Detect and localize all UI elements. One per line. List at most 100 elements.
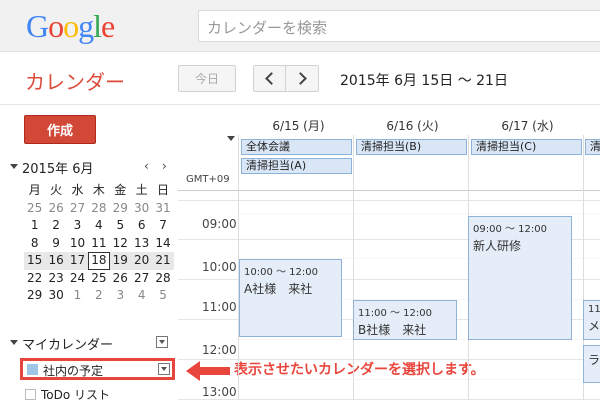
mini-day[interactable]: 13 bbox=[131, 235, 152, 253]
mini-day[interactable]: 30 bbox=[131, 200, 152, 218]
mini-calendar-header: 2015年 6月 ‹ › bbox=[8, 158, 173, 177]
mini-day[interactable]: 5 bbox=[152, 287, 173, 305]
mini-day[interactable]: 22 bbox=[24, 270, 45, 288]
mini-weekday: 火 bbox=[50, 183, 63, 197]
event-title: 新人研修 bbox=[473, 239, 522, 253]
time-label: 11:00 bbox=[202, 300, 237, 314]
mini-day[interactable]: 16 bbox=[45, 252, 66, 270]
mini-day[interactable]: 29 bbox=[24, 287, 45, 305]
calendar-item-internal[interactable]: 社内の予定 bbox=[20, 358, 175, 380]
top-bar: Google カレンダーを検索 bbox=[0, 0, 600, 52]
mini-day[interactable]: 17 bbox=[67, 252, 88, 270]
dropdown-icon[interactable] bbox=[158, 363, 170, 375]
collapse-triangle-icon[interactable] bbox=[227, 136, 235, 141]
calendar-item-label[interactable]: ToDo リスト bbox=[41, 386, 110, 403]
mini-day[interactable]: 28 bbox=[152, 270, 173, 288]
prev-week-button[interactable] bbox=[253, 65, 286, 92]
mini-weekday: 水 bbox=[71, 183, 84, 197]
mini-weekday-row: 月火水木金土日 bbox=[24, 182, 174, 200]
mini-day[interactable]: 2 bbox=[45, 217, 66, 235]
allday-event[interactable]: 清 bbox=[585, 139, 600, 155]
mini-week-row: 15 16 17 18 19 20 21 bbox=[24, 252, 174, 270]
mini-day[interactable]: 9 bbox=[45, 235, 66, 253]
chevron-right-icon bbox=[293, 72, 307, 85]
dropdown-icon[interactable] bbox=[156, 336, 168, 348]
event-card[interactable]: 09:00 ～ 12:00 新人研修 bbox=[468, 216, 572, 340]
mini-weekday: 金 bbox=[114, 183, 127, 197]
day-header-mon[interactable]: 6/15 (月) bbox=[241, 117, 356, 134]
event-card[interactable]: 10:00 ～ 12:00 A社様 来社 bbox=[239, 259, 342, 337]
mini-day[interactable]: 20 bbox=[131, 252, 152, 270]
search-input[interactable]: カレンダーを検索 bbox=[198, 10, 600, 42]
mini-day[interactable]: 6 bbox=[131, 217, 152, 235]
mini-day[interactable]: 3 bbox=[110, 287, 131, 305]
mini-day[interactable]: 28 bbox=[88, 200, 109, 218]
mini-day[interactable]: 27 bbox=[131, 270, 152, 288]
mini-day[interactable]: 19 bbox=[110, 252, 131, 270]
mini-day[interactable]: 26 bbox=[110, 270, 131, 288]
mini-week-row: 1234567 bbox=[24, 217, 174, 235]
allday-event[interactable]: 清掃担当(C) bbox=[471, 139, 582, 155]
day-header-tue[interactable]: 6/16 (火) bbox=[355, 117, 470, 134]
grid-line bbox=[178, 200, 600, 201]
mini-day[interactable]: 21 bbox=[152, 252, 173, 270]
collapse-triangle-icon[interactable] bbox=[10, 164, 18, 169]
mini-day[interactable]: 7 bbox=[152, 217, 173, 235]
calendar-color-swatch[interactable] bbox=[25, 389, 36, 400]
mini-day[interactable]: 30 bbox=[45, 287, 66, 305]
week-grid: 6/15 (月) 6/16 (火) 6/17 (水) GMT+09 全体会議 清… bbox=[178, 105, 600, 400]
mini-day[interactable]: 4 bbox=[88, 217, 109, 235]
allday-event[interactable]: 全体会議 bbox=[241, 139, 352, 155]
next-week-button[interactable] bbox=[286, 65, 319, 92]
mini-day[interactable]: 11 bbox=[88, 235, 109, 253]
mini-day[interactable]: 12 bbox=[110, 235, 131, 253]
app-title: カレンダー bbox=[25, 70, 125, 94]
mini-calendar-grid: 月火水木金土日 25 26 27 28 29 30 31 1 2 3 4 5 6 7 8 9 10 11 12 13 14… bbox=[24, 182, 174, 305]
today-button[interactable]: 今日 bbox=[178, 65, 236, 92]
google-logo[interactable]: Google bbox=[26, 10, 115, 42]
mini-day[interactable]: 26 bbox=[45, 200, 66, 218]
day-header-wed[interactable]: 6/17 (水) bbox=[470, 117, 585, 134]
my-calendars-title: マイカレンダー bbox=[22, 338, 114, 353]
calendar-color-swatch[interactable] bbox=[27, 364, 38, 375]
mini-day[interactable]: 27 bbox=[67, 200, 88, 218]
mini-day[interactable]: 8 bbox=[24, 235, 45, 253]
time-label: 12:00 bbox=[202, 343, 237, 357]
mini-day[interactable]: 25 bbox=[88, 270, 109, 288]
event-card[interactable]: 11 メ bbox=[583, 300, 600, 340]
event-title: ラ bbox=[588, 353, 600, 367]
calendar-item-label[interactable]: 社内の予定 bbox=[43, 362, 103, 379]
mini-day[interactable]: 15 bbox=[24, 252, 45, 270]
event-card[interactable]: ラ bbox=[583, 345, 600, 383]
allday-event[interactable]: 清掃担当(B) bbox=[356, 139, 467, 155]
mini-prev-month-button[interactable]: ‹ bbox=[144, 159, 149, 173]
grid-line bbox=[238, 213, 600, 214]
timezone-label: GMT+09 bbox=[186, 174, 230, 185]
mini-day[interactable]: 1 bbox=[24, 217, 45, 235]
event-title: B社様 来社 bbox=[358, 323, 427, 337]
mini-next-month-button[interactable]: › bbox=[162, 159, 167, 173]
date-range: 2015年 6月 15日 ～ 21日 bbox=[340, 73, 508, 89]
collapse-triangle-icon[interactable] bbox=[10, 340, 18, 345]
create-button[interactable]: 作成 bbox=[24, 115, 96, 144]
mini-day[interactable]: 31 bbox=[152, 200, 173, 218]
mini-week-row: 25 26 27 28 29 30 31 bbox=[24, 200, 174, 218]
event-time: 11 bbox=[588, 304, 600, 315]
mini-day[interactable]: 29 bbox=[110, 200, 131, 218]
mini-week-row: 29 30 1 2 3 4 5 bbox=[24, 287, 174, 305]
mini-day[interactable]: 10 bbox=[67, 235, 88, 253]
mini-day[interactable]: 18 bbox=[88, 252, 110, 270]
mini-day[interactable]: 14 bbox=[152, 235, 173, 253]
event-title: メ bbox=[588, 319, 600, 333]
mini-day[interactable]: 3 bbox=[67, 217, 88, 235]
mini-day[interactable]: 5 bbox=[110, 217, 131, 235]
mini-day[interactable]: 2 bbox=[88, 287, 109, 305]
mini-day[interactable]: 24 bbox=[67, 270, 88, 288]
event-card[interactable]: 11:00 ～ 12:00 B社様 来社 bbox=[353, 300, 457, 340]
mini-day[interactable]: 1 bbox=[67, 287, 88, 305]
mini-day[interactable]: 23 bbox=[45, 270, 66, 288]
event-time: 09:00 ～ 12:00 bbox=[473, 224, 547, 235]
mini-day[interactable]: 25 bbox=[24, 200, 45, 218]
allday-event[interactable]: 清掃担当(A) bbox=[241, 158, 352, 174]
mini-day[interactable]: 4 bbox=[131, 287, 152, 305]
